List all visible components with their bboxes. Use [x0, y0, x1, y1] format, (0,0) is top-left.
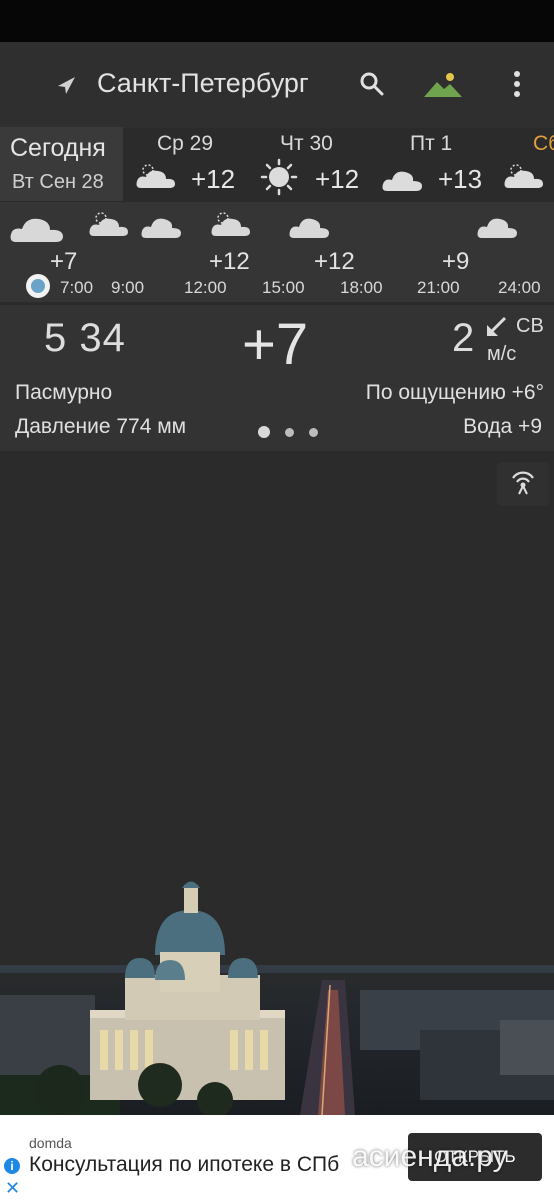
hourly-temp: +9 [442, 248, 470, 275]
hourly-time: 21:00 [417, 278, 460, 297]
cloud-icon [289, 218, 329, 238]
wind-direction-arrow-icon [487, 316, 507, 336]
day-tab-thu[interactable]: Чт 30 +12 [258, 128, 373, 200]
hourly-time: 15:00 [262, 278, 305, 297]
today-date: Вт Сен 28 [12, 171, 104, 193]
wind-speed: 2 [452, 316, 475, 360]
wind-direction: СВ [516, 315, 544, 337]
hourly-time: 18:00 [340, 278, 383, 297]
current-temperature: +7 [242, 312, 309, 377]
wind-unit: м/с [487, 343, 517, 365]
day-temp: +12 [315, 164, 360, 194]
cloud-sun-icon [211, 212, 250, 236]
day-temp: +13 [438, 164, 483, 194]
info-icon[interactable]: i [4, 1158, 20, 1174]
day-tab-sat[interactable]: Сб [503, 128, 554, 200]
cloud-icon [477, 218, 517, 238]
cloud-sun-icon [504, 164, 543, 188]
cloud-icon [10, 218, 63, 242]
day-temp: +12 [191, 164, 236, 194]
hourly-temp: +7 [50, 248, 78, 275]
day-label: Ср 29 [157, 132, 214, 155]
current-time-marker [26, 274, 50, 298]
hourly-time: 7:00 [60, 278, 94, 297]
condition-text: Пасмурно [15, 381, 113, 404]
hourly-time: 9:00 [111, 278, 145, 297]
feels-like: По ощущению +6° [365, 381, 544, 404]
ad-headline[interactable]: Консультация по ипотеке в СПб [29, 1153, 339, 1177]
city-name[interactable]: Санкт-Петербург [97, 68, 309, 99]
day-tab-fri[interactable]: Пт 1 +13 [380, 128, 495, 200]
background-image-icon[interactable] [422, 70, 464, 100]
day-label: Пт 1 [410, 132, 453, 155]
cloud-sun-icon [136, 164, 175, 188]
background-city-image [0, 881, 554, 1115]
sun-icon [260, 158, 298, 196]
ad-source: domda [29, 1135, 72, 1151]
watermark-logo: асиенда.ру [352, 1140, 508, 1173]
status-bar [0, 0, 554, 42]
cloud-sun-icon [89, 212, 128, 236]
cloud-icon [382, 171, 422, 191]
page-indicator [256, 426, 326, 440]
hourly-time: 12:00 [184, 278, 227, 297]
cloud-icon [141, 218, 181, 238]
search-icon[interactable] [358, 70, 386, 98]
today-title: Сегодня [10, 134, 106, 162]
day-tab-wed[interactable]: Ср 29 +12 [133, 128, 248, 200]
hourly-time: 24:00 [498, 278, 541, 297]
location-arrow-icon[interactable] [55, 75, 77, 97]
sunrise-time: 5 34 [44, 316, 126, 360]
radar-signal-icon[interactable] [497, 462, 549, 506]
overflow-menu-icon[interactable] [505, 68, 529, 100]
day-label: Чт 30 [280, 132, 333, 155]
hourly-temp: +12 [209, 248, 250, 275]
water-temperature: Вода +9 [463, 415, 542, 438]
close-icon[interactable]: ✕ [5, 1178, 20, 1199]
hourly-temp: +12 [314, 248, 355, 275]
pressure: Давление 774 мм [15, 415, 187, 438]
day-label: Сб [533, 132, 554, 155]
